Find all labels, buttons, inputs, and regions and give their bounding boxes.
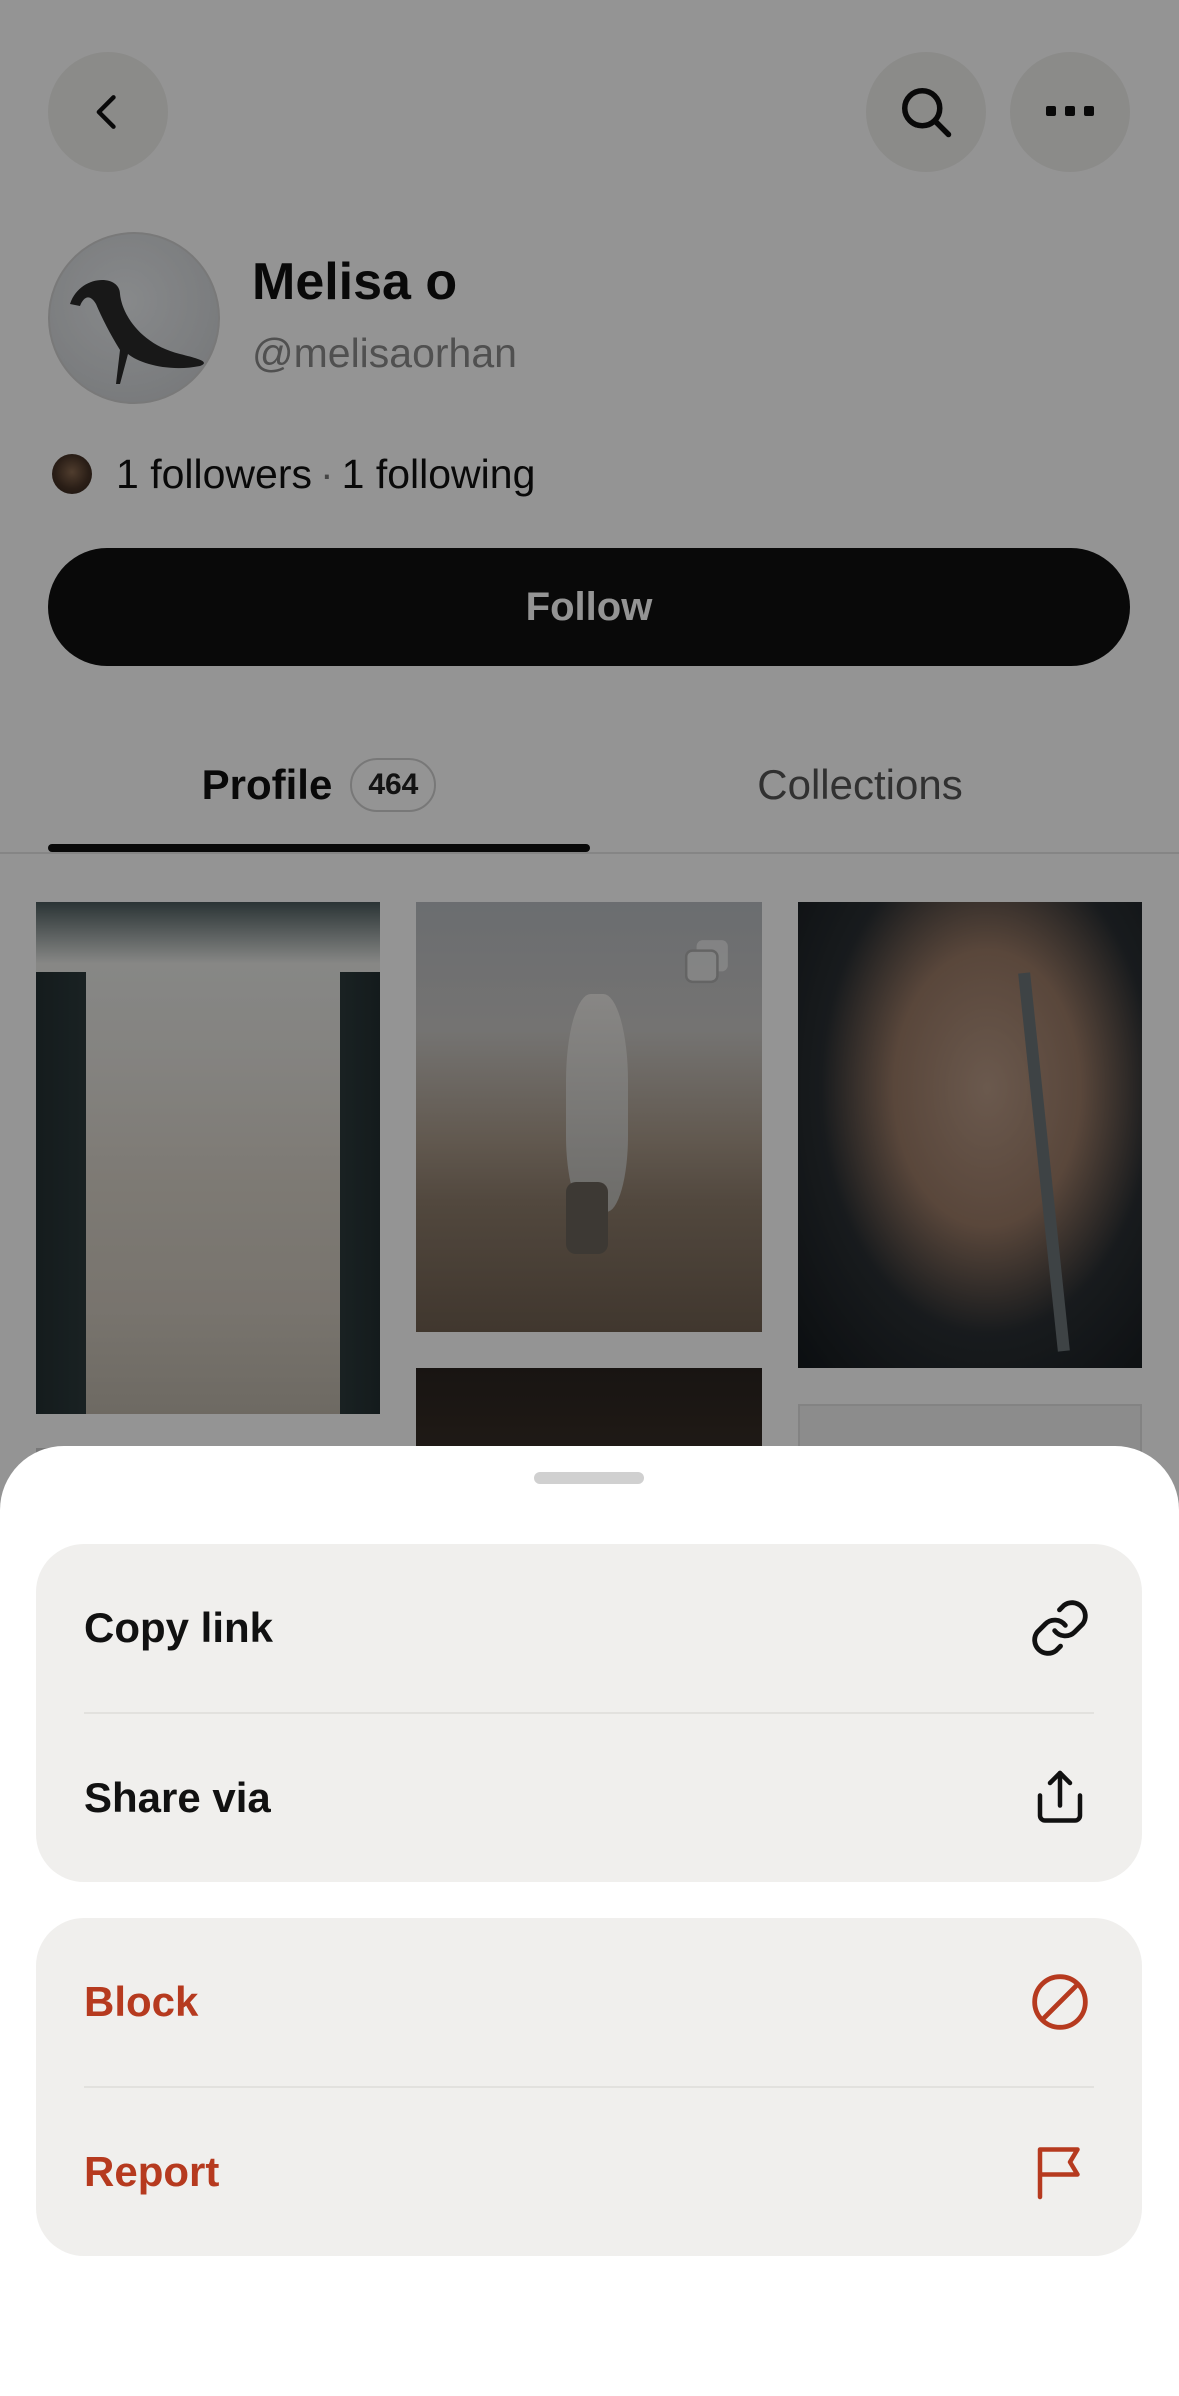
share-icon xyxy=(1026,1764,1094,1832)
report-item[interactable]: Report xyxy=(36,2088,1142,2256)
copy-link-label: Copy link xyxy=(84,1604,274,1651)
action-sheet: Copy link Share via Block Report xyxy=(0,1446,1179,2396)
copy-link-item[interactable]: Copy link xyxy=(36,1544,1142,1712)
sheet-drag-handle[interactable] xyxy=(534,1472,644,1484)
block-icon xyxy=(1026,1968,1094,2036)
profile-page: Melisa o @melisaorhan 1 followers · 1 fo… xyxy=(0,0,1179,2396)
share-via-item[interactable]: Share via xyxy=(36,1714,1142,1882)
link-icon xyxy=(1026,1594,1094,1662)
block-item[interactable]: Block xyxy=(36,1918,1142,2086)
block-label: Block xyxy=(84,1978,199,2025)
report-label: Report xyxy=(84,2148,220,2195)
share-actions-group: Copy link Share via xyxy=(36,1544,1142,1882)
share-via-label: Share via xyxy=(84,1774,271,1821)
safety-actions-group: Block Report xyxy=(36,1918,1142,2256)
flag-icon xyxy=(1026,2138,1094,2206)
